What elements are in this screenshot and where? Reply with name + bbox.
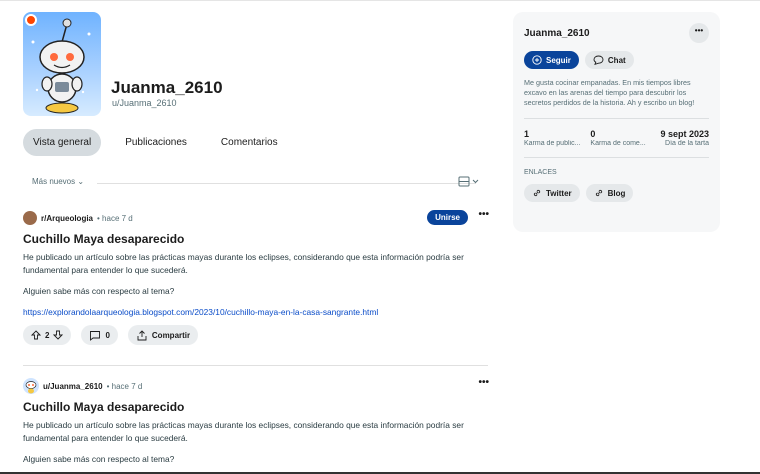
social-links: Twitter Blog <box>524 184 709 202</box>
profile-display-name: Juanma_2610 <box>111 78 223 97</box>
chat-icon <box>593 55 604 65</box>
stat-comment-karma: 0 Karma de come... <box>590 129 656 147</box>
post-title[interactable]: Cuchillo Maya desaparecido <box>23 400 493 414</box>
author-link[interactable]: u/Juanma_2610 <box>43 382 103 391</box>
stat-value: 1 <box>524 129 530 139</box>
share-label: Compartir <box>151 330 191 340</box>
upvote-icon[interactable] <box>31 330 41 340</box>
karma-stats: 1 Karma de public... 0 Karma de come... … <box>524 129 709 147</box>
downvote-icon[interactable] <box>53 330 64 340</box>
post-link[interactable]: https://explorandolaarqueologia.blogspot… <box>23 307 493 317</box>
tab-overview[interactable]: Vista general <box>23 129 102 156</box>
user-avatar-icon[interactable] <box>23 378 39 394</box>
subreddit-link[interactable]: r/Arqueologia <box>41 214 93 223</box>
post-time: • hace 7 d <box>106 381 143 391</box>
avatar-icon <box>31 18 91 114</box>
profile-sidebar: Juanma_2610 ••• Seguir Chat Me gusta coc… <box>513 12 720 232</box>
sort-dropdown[interactable]: Más nuevos ⌄ <box>32 177 84 186</box>
sidebar-username: Juanma_2610 <box>524 28 590 39</box>
link-icon <box>533 189 541 197</box>
sidebar-actions: Seguir Chat <box>524 51 709 69</box>
sidebar-divider <box>524 118 709 119</box>
link-label: Twitter <box>546 188 572 198</box>
subreddit-avatar-icon[interactable] <box>23 211 37 225</box>
stat-value: 0 <box>590 129 596 139</box>
link-icon <box>595 189 602 197</box>
stat-value: 9 sept 2023 <box>660 129 709 139</box>
profile-avatar[interactable] <box>23 12 101 116</box>
post-meta: u/Juanma_2610 • hace 7 d <box>23 378 493 394</box>
view-toggle-button[interactable] <box>458 176 480 190</box>
more-icon[interactable]: ••• <box>478 377 489 388</box>
join-button[interactable]: Unirse <box>427 210 468 225</box>
chat-label: Chat <box>607 55 626 65</box>
top-border <box>0 0 760 1</box>
share-button[interactable]: Compartir <box>127 325 199 345</box>
chevron-down-icon: ⌄ <box>77 177 85 186</box>
link-blog[interactable]: Blog <box>585 184 634 202</box>
link-label: Blog <box>607 188 626 198</box>
stat-label: Karma de public... <box>524 140 581 147</box>
comment-count: 0 <box>105 330 110 340</box>
tab-comments[interactable]: Comentarios <box>211 129 288 156</box>
links-heading: ENLACES <box>524 169 557 176</box>
post-title[interactable]: Cuchillo Maya desaparecido <box>23 232 493 246</box>
more-icon[interactable]: ••• <box>478 209 489 220</box>
post-time: • hace 7 d <box>97 213 133 223</box>
stat-post-karma: 1 Karma de public... <box>524 129 590 147</box>
post-actions: 2 0 Compartir <box>23 325 493 345</box>
post-body: He publicado un artículo sobre las práct… <box>23 420 464 443</box>
post-meta: r/Arqueologia • hace 7 d <box>23 210 493 226</box>
stat-label: Karma de come... <box>590 140 646 147</box>
vote-count: 2 <box>45 330 50 340</box>
vote-control: 2 <box>23 325 72 345</box>
profile-username: u/Juanma_2610 <box>112 98 177 108</box>
sidebar-divider <box>524 157 709 158</box>
post-body: He publicado un artículo sobre las práct… <box>23 252 464 275</box>
avatar-status-badge <box>25 14 37 26</box>
post-question: Alguien sabe más con respecto al tema? <box>23 286 175 296</box>
link-twitter[interactable]: Twitter <box>524 184 580 202</box>
post-card[interactable]: r/Arqueologia • hace 7 d Unirse ••• Cuch… <box>23 209 493 345</box>
sort-divider <box>97 183 476 184</box>
tab-posts[interactable]: Publicaciones <box>115 129 197 156</box>
sort-label: Más nuevos <box>32 177 76 186</box>
sidebar-bio: Me gusta cocinar empanadas. En mis tiemp… <box>524 78 695 107</box>
stat-cake-day: 9 sept 2023 Día de la tarta <box>657 129 709 147</box>
post-card[interactable]: u/Juanma_2610 • hace 7 d ••• Cuchillo Ma… <box>23 377 493 464</box>
more-icon[interactable]: ••• <box>689 23 709 43</box>
share-icon <box>137 329 147 340</box>
chat-button[interactable]: Chat <box>584 51 634 69</box>
sort-row: Más nuevos ⌄ <box>32 176 487 190</box>
comments-button[interactable]: 0 <box>81 325 118 345</box>
follow-label: Seguir <box>546 55 571 65</box>
plus-circle-icon <box>532 55 542 65</box>
post-question: Alguien sabe más con respecto al tema? <box>23 454 175 464</box>
follow-button[interactable]: Seguir <box>524 51 579 69</box>
post-divider <box>23 365 488 366</box>
profile-tabs: Vista general Publicaciones Comentarios <box>23 129 288 156</box>
comment-icon <box>90 330 101 341</box>
stat-label: Día de la tarta <box>665 140 709 147</box>
view-card-icon <box>458 176 479 187</box>
